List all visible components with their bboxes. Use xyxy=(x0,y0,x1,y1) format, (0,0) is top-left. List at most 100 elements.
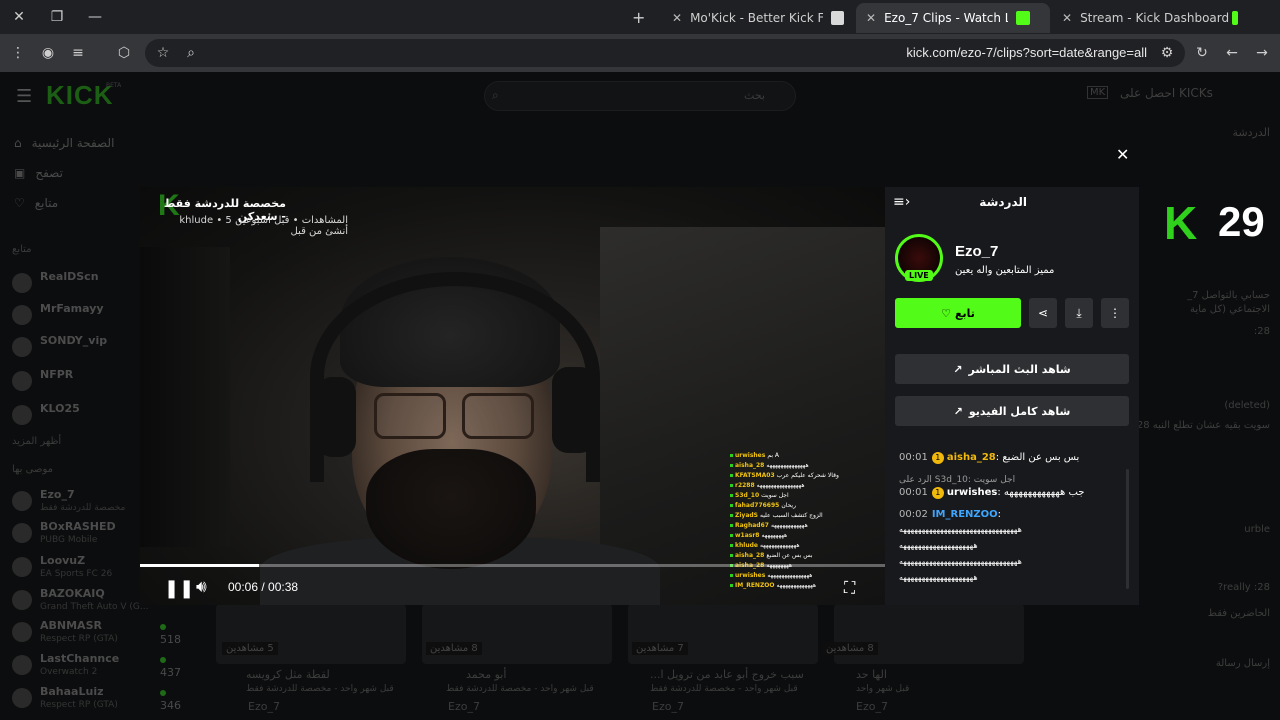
channel-name: LoovuZ xyxy=(40,554,86,567)
tab-close-icon[interactable]: ✕ xyxy=(672,11,682,25)
clip-card[interactable] xyxy=(216,604,406,664)
watch-full-video-button[interactable]: ↗ شاهد كامل الفيديو xyxy=(895,396,1129,426)
clip-meta: المشاهدات • قبل أسبوعين 5 • khlude أنشئ … xyxy=(179,215,348,237)
follow-label: تابع xyxy=(954,306,975,320)
window-restore-icon[interactable]: ❐ xyxy=(38,0,76,34)
tab-mokick[interactable]: ✕ Mo'Kick - Better Kick For Everyone xyxy=(662,3,854,33)
zoom-icon[interactable]: ⌕ xyxy=(181,43,201,63)
home-icon: ⌂ xyxy=(14,136,22,150)
browse-icon: ▣ xyxy=(14,166,26,180)
pause-icon[interactable]: ❚❚ xyxy=(164,578,194,599)
forward-icon[interactable]: → xyxy=(1252,43,1272,63)
recommended-heading: موصى بها xyxy=(12,464,53,475)
fullscreen-icon[interactable]: ⛶ xyxy=(844,578,855,598)
watch-live-button[interactable]: ↗ شاهد البث المباشر xyxy=(895,354,1129,384)
avatar xyxy=(12,557,32,577)
viewer-count: 346 xyxy=(160,686,182,712)
address-bar[interactable]: ☆ ⌕ kick.com/ezo-7/clips?sort=date&range… xyxy=(145,39,1185,67)
chat-line: (deleted) xyxy=(1224,400,1270,411)
back-icon[interactable]: ← xyxy=(1222,43,1242,63)
search-input[interactable]: بحث xyxy=(484,81,796,111)
chat-line: حسابي بالتواصل 7_ xyxy=(1187,290,1270,301)
site-settings-icon[interactable]: ⚙ xyxy=(1157,43,1177,63)
close-icon[interactable]: ✕ xyxy=(1116,145,1129,164)
mokick-favicon-icon xyxy=(830,11,844,25)
new-tab-icon[interactable]: + xyxy=(632,8,645,27)
more-options-button[interactable]: ⋮ xyxy=(1101,298,1129,328)
panel-title: الدردشة xyxy=(979,195,1027,209)
show-more-link[interactable]: أظهر المزيد xyxy=(12,436,61,447)
channel-name: BahaaLuiz xyxy=(40,685,104,698)
clip-card[interactable] xyxy=(422,604,612,664)
recommended-channel[interactable]: ABNMASR Respect RP (GTA) 518 xyxy=(12,619,182,649)
follow-button[interactable]: ♡ تابع xyxy=(895,298,1021,328)
channel-category: Overwatch 2 xyxy=(40,667,98,677)
tab-kick-dashboard[interactable]: ✕ Stream - Kick Dashboard xyxy=(1052,3,1248,33)
get-kicks-button[interactable]: احصل على KICKs xyxy=(1120,86,1213,100)
window-close-icon[interactable]: ✕ xyxy=(0,0,38,34)
sidebar-item-home[interactable]: ⌂ الصفحة الرئيسية xyxy=(14,136,114,150)
extensions-icon[interactable]: ⬡ xyxy=(114,43,134,63)
clip-title: لقطة مثل كرويسه xyxy=(246,668,330,681)
kick-logo[interactable]: KICK xyxy=(46,80,114,111)
bookmark-star-icon[interactable]: ☆ xyxy=(153,43,173,63)
clip-video-player[interactable]: K مخصصة للدردشة فقط - سعدكن المشاهدات • … xyxy=(140,187,885,605)
tab-close-icon[interactable]: ✕ xyxy=(1062,11,1072,25)
overlay-chat-line: fahad776695 ريحان xyxy=(730,502,796,511)
left-sidebar: ⌂ الصفحة الرئيسية ▣ تصفح ♡ متابع متابع Real… xyxy=(0,120,181,720)
tab-close-icon[interactable]: ✕ xyxy=(866,11,876,25)
mokick-icon[interactable]: MK xyxy=(1087,86,1109,99)
sidebar-item-browse[interactable]: ▣ تصفح xyxy=(14,166,63,180)
video-progress-bar[interactable] xyxy=(140,564,885,567)
reload-icon[interactable]: ↻ xyxy=(1192,43,1212,63)
avatar xyxy=(12,523,32,543)
search-icon[interactable]: ⌕ xyxy=(492,88,499,103)
browser-tabbar: ✕ ❐ — + ✕ Mo'Kick - Better Kick For Ever… xyxy=(0,0,1280,34)
download-button[interactable]: ⤓ xyxy=(1065,298,1093,328)
chat-message-text: ههههههههههههههههههههههههههههههههه xyxy=(899,525,1022,534)
tab-ezo7-clips[interactable]: ✕ Ezo_7 Clips - Watch Live on Kick xyxy=(856,3,1050,33)
avatar xyxy=(12,590,32,610)
chat-line: سويت بقيه عشان تطلع النبه 28: xyxy=(1134,420,1271,431)
avatar xyxy=(12,405,32,425)
channel-name: LastChannce xyxy=(40,652,120,665)
recommended-channel[interactable]: LastChannce Overwatch 2 437 xyxy=(12,652,182,682)
recommended-channel[interactable]: BahaaLuiz Respect RP (GTA) 346 xyxy=(12,685,182,715)
avatar xyxy=(12,337,32,357)
clip-card[interactable] xyxy=(628,604,818,664)
video-time: 00:06 / 00:38 xyxy=(228,580,299,594)
video-headset-ear xyxy=(552,367,596,453)
clip-user: Ezo_7 xyxy=(448,700,480,713)
share-icon: ⋖ xyxy=(1037,306,1049,320)
chat-title: الدردشة xyxy=(1232,126,1270,139)
share-button[interactable]: ⋖ xyxy=(1029,298,1057,328)
media-controls-icon[interactable]: ≡ xyxy=(68,43,88,63)
profile-icon[interactable]: ◉ xyxy=(38,43,58,63)
clip-user: Ezo_7 xyxy=(248,700,280,713)
download-icon: ⤓ xyxy=(1076,305,1082,320)
clip-user: Ezo_7 xyxy=(856,700,888,713)
channel-category: مخصصة للدردشة فقط xyxy=(40,503,126,513)
sidebar-item-following[interactable]: ♡ متابع xyxy=(14,196,58,210)
url-text: kick.com/ezo-7/clips?sort=date&range=all xyxy=(906,45,1147,60)
clip-card[interactable] xyxy=(834,604,1024,664)
menu-kebab-icon[interactable]: ⋮ xyxy=(8,43,28,63)
window-minimize-icon[interactable]: — xyxy=(76,0,114,34)
collapse-chat-icon[interactable]: ≡› xyxy=(893,194,910,210)
overlay-chat-line: S3d_10 اجل سويت xyxy=(730,492,789,501)
volume-icon[interactable]: 🔊︎ xyxy=(196,577,207,597)
streamer-name[interactable]: Ezo_7 xyxy=(955,243,998,260)
clip-grid: 5 مشاهدين لقطة مثل كرويسه قبل شهر واحد -… xyxy=(216,604,1036,720)
chat-scrollbar[interactable] xyxy=(1126,469,1129,589)
overlay-chat-line: aisha_28 ههههههههههههههه xyxy=(730,462,809,471)
sidebar-item-label: متابع xyxy=(34,196,59,210)
clip-title: الها حد xyxy=(856,668,887,681)
clip-viewers: 8 مشاهدين xyxy=(822,642,878,655)
hamburger-menu-icon[interactable]: ☰ xyxy=(16,86,32,107)
avatar xyxy=(12,305,32,325)
clip-viewers: 8 مشاهدين xyxy=(426,642,482,655)
channel-name: Ezo_7 xyxy=(40,488,75,501)
chat-input[interactable]: إرسال رسالة xyxy=(1216,658,1270,669)
clip-meta: قبل شهر واحد xyxy=(856,684,910,694)
clip-title: أبو محمد xyxy=(466,668,507,681)
